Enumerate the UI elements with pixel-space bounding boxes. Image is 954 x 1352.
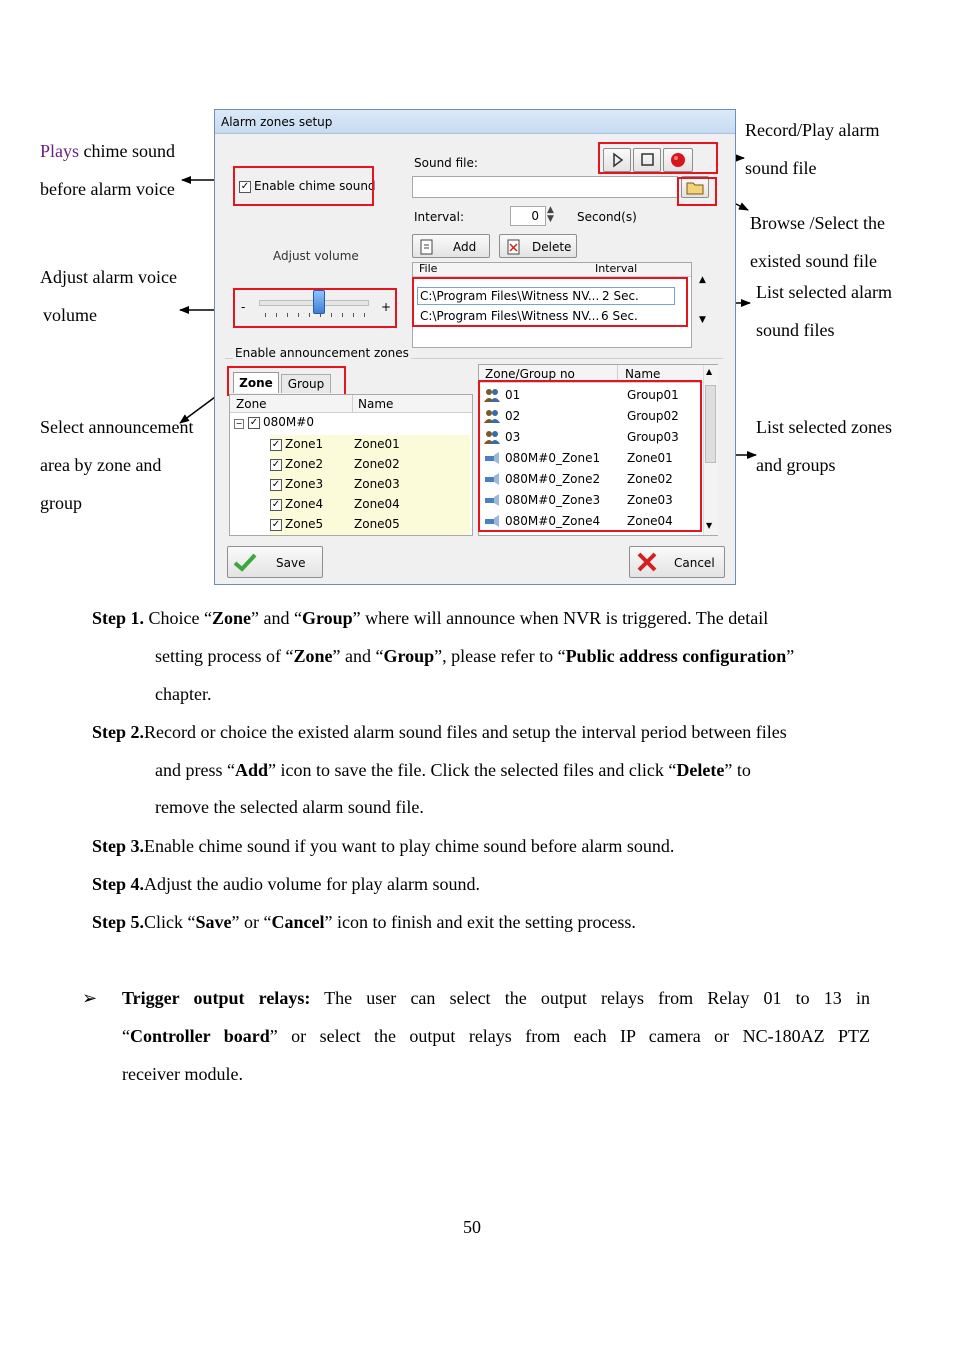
scroll-down-icon: ▼ (706, 521, 713, 530)
highlight-volume (233, 288, 397, 328)
file-col-header: File (419, 263, 438, 275)
add-button[interactable]: Add (412, 234, 490, 258)
zone-label: Zone3 (285, 477, 324, 491)
highlight-chime (233, 166, 374, 206)
zone-row[interactable]: ✓ Zone5 Zone05 (270, 515, 470, 535)
step2-line1: Step 2.Record or choice the existed alar… (92, 722, 787, 742)
dialog-title: Alarm zones setup (215, 110, 735, 134)
zone-name: Zone02 (354, 457, 400, 471)
checkbox-checked-icon: ✓ (270, 498, 282, 511)
selected-list-scrollbar[interactable]: ▲ ▼ (703, 365, 718, 535)
zone-tree-header: Zone Name (230, 395, 472, 413)
checkbox-checked-icon: ✓ (270, 458, 282, 471)
zone-tree[interactable]: Zone Name − ✓ 080M#0 ✓ Zone1 Zone01 ✓ Zone2 Zo… (229, 394, 473, 536)
highlight-record (598, 142, 718, 174)
checkbox-checked-icon: ✓ (270, 478, 282, 491)
zonegroup-col-header: Zone/Group no (485, 367, 575, 381)
delete-file-icon (506, 239, 522, 258)
step5: Step 5.Click “Save” or “Cancel” icon to … (92, 912, 636, 932)
alarm-zones-dialog: Alarm zones setup ✓ Enable chime sound Ad… (214, 109, 736, 585)
cancel-button[interactable]: Cancel (629, 546, 725, 578)
highlight-file-list (412, 277, 688, 327)
zone-row[interactable]: ✓ Zone4 Zone04 (270, 495, 470, 515)
checkbox-checked-icon: ✓ (248, 416, 260, 429)
interval-col-header: Interval (595, 263, 638, 275)
zone-col-header: Zone (236, 397, 267, 411)
zone-row[interactable]: ✓ Zone2 Zone02 (270, 455, 470, 475)
zone-name: Zone01 (354, 437, 400, 451)
zone-name: Zone04 (354, 497, 400, 511)
interval-spinner[interactable]: ▲ ▼ (547, 206, 554, 224)
x-icon (634, 551, 660, 576)
zone-root-label: 080M#0 (263, 415, 314, 429)
step1-line1: Step 1. Choice “Zone” and “Group” where … (92, 608, 769, 628)
step2-line3: remove the selected alarm sound file. (155, 797, 424, 817)
bullet-line3: receiver module. (122, 1064, 243, 1084)
step2-line2: and press “Add” icon to save the file. C… (155, 760, 751, 780)
sound-file-label: Sound file: (414, 156, 478, 170)
collapse-icon: − (234, 419, 244, 429)
zone-row[interactable]: ✓ Zone3 Zone03 (270, 475, 470, 495)
zone-tree-root[interactable]: − ✓ 080M#0 (234, 415, 314, 429)
checkbox-checked-icon: ✓ (270, 438, 282, 451)
step1-line2: setting process of “Zone” and “Group”, p… (155, 646, 795, 666)
scroll-thumb[interactable] (705, 385, 716, 463)
highlight-selected-list (478, 380, 702, 532)
delete-button[interactable]: Delete (499, 234, 577, 258)
sound-file-input[interactable] (412, 176, 678, 198)
file-list-scroll-down[interactable]: ▼ (699, 315, 706, 325)
zone-row[interactable]: ✓ Zone1 Zone01 (270, 435, 470, 455)
interval-unit: Second(s) (577, 210, 637, 224)
step3: Step 3.Enable chime sound if you want to… (92, 836, 675, 856)
file-list-header: File Interval (413, 263, 691, 277)
bullet-line1: Trigger output relays: The user can sele… (122, 988, 870, 1008)
adjust-volume-label: Adjust volume (273, 249, 359, 263)
zone-label: Zone5 (285, 517, 324, 531)
highlight-tabs (227, 366, 346, 396)
zone-label: Zone1 (285, 437, 324, 451)
zone-label: Zone2 (285, 457, 324, 471)
add-label: Add (453, 240, 477, 254)
check-icon (232, 551, 258, 576)
file-list-scroll-up[interactable]: ▲ (699, 275, 706, 285)
zone-name: Zone05 (354, 517, 400, 531)
bullet-arrow-icon: ➢ (82, 988, 98, 1008)
interval-label: Interval: (414, 210, 464, 224)
name-col-header: Name (358, 397, 394, 411)
bullet-line2: “Controller board” or select the output … (122, 1026, 870, 1046)
zone-label: Zone4 (285, 497, 324, 511)
cancel-label: Cancel (674, 556, 715, 570)
highlight-browse (677, 177, 717, 206)
add-file-icon (419, 239, 435, 258)
delete-label: Delete (532, 240, 572, 254)
checkbox-checked-icon: ✓ (270, 518, 282, 531)
scroll-up-icon: ▲ (706, 367, 713, 376)
page-number: 50 (463, 1217, 481, 1237)
step4: Step 4.Adjust the audio volume for play … (92, 874, 480, 894)
selected-name-col-header: Name (625, 367, 661, 381)
interval-input[interactable]: 0 (510, 206, 546, 226)
save-button[interactable]: Save (227, 546, 323, 578)
save-label: Save (276, 556, 306, 570)
zone-name: Zone03 (354, 477, 400, 491)
step1-line3: chapter. (155, 684, 212, 704)
announce-group-label: Enable announcement zones (233, 346, 411, 360)
